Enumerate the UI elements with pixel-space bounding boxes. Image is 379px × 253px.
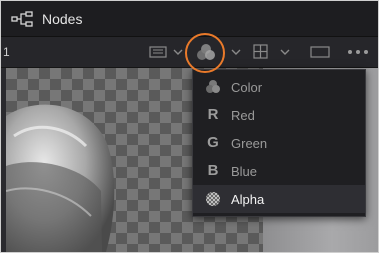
chevron-down-icon[interactable] (231, 48, 241, 56)
viewer-window: Nodes 1 Color R Red G Green B Blue Alpha (0, 0, 379, 253)
nodes-title[interactable]: Nodes (42, 11, 82, 27)
menu-item-red[interactable]: R Red (193, 101, 365, 129)
chevron-down-icon[interactable] (173, 48, 183, 56)
menu-item-label: Green (231, 136, 268, 151)
blue-channel-icon: B (207, 162, 219, 179)
highlight-ring (185, 33, 225, 73)
nodes-icon[interactable] (11, 11, 33, 27)
color-channel-icon (206, 80, 220, 93)
helmet-image (6, 104, 115, 252)
menu-item-alpha[interactable]: Alpha (193, 185, 365, 213)
nodes-header: Nodes (1, 1, 378, 37)
menu-item-label: Color (231, 80, 263, 95)
menu-item-green[interactable]: G Green (193, 129, 365, 157)
alpha-channel-icon (206, 192, 220, 206)
image-view-icon[interactable] (149, 46, 167, 58)
menu-item-color[interactable]: Color (193, 73, 365, 101)
viewer-mode-icon[interactable] (310, 46, 330, 58)
red-channel-icon: R (207, 106, 219, 123)
viewer-title: 1 (3, 45, 10, 59)
menu-item-blue[interactable]: B Blue (193, 157, 365, 185)
menu-item-label: Red (231, 108, 255, 123)
grid-icon[interactable] (253, 44, 268, 59)
menu-item-label: Blue (231, 164, 258, 179)
channel-dropdown-menu: Color R Red G Green B Blue Alpha (192, 69, 366, 217)
menu-item-label: Alpha (231, 192, 265, 207)
green-channel-icon: G (207, 134, 219, 151)
chevron-down-icon[interactable] (280, 48, 290, 56)
more-options-icon[interactable] (347, 49, 369, 55)
